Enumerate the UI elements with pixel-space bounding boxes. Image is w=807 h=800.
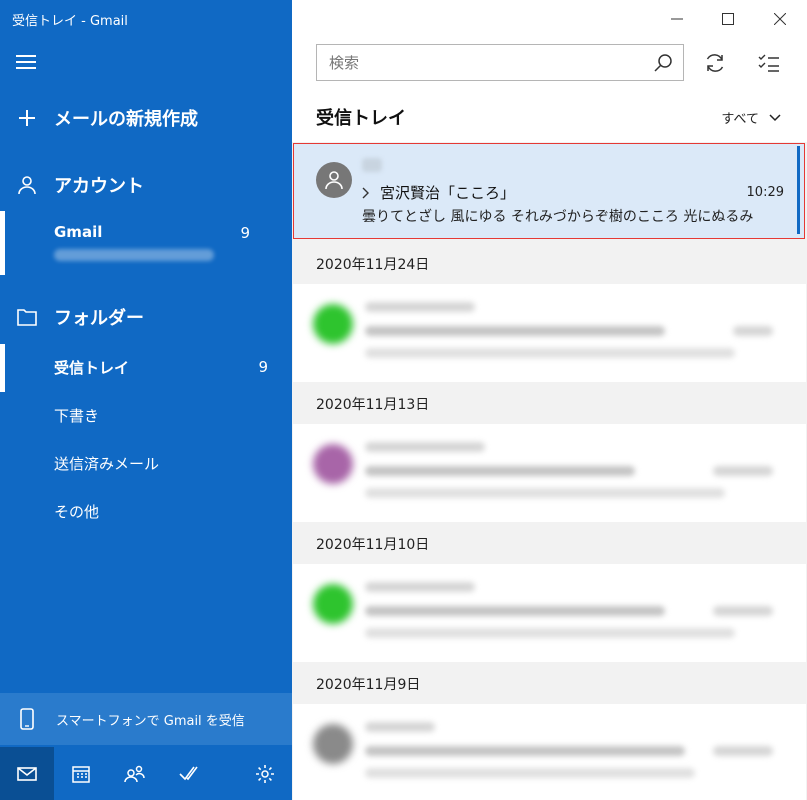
message-time: 10:29 [746, 185, 784, 200]
people-nav-button[interactable] [108, 747, 162, 800]
close-button[interactable] [757, 8, 803, 30]
search-button[interactable] [643, 45, 683, 80]
message-subject-row: 宮沢賢治「こころ」 [362, 182, 515, 203]
filter-label: すべて [721, 112, 759, 127]
calendar-icon [72, 765, 90, 783]
message-item-blurred[interactable] [293, 564, 806, 662]
selection-mode-button[interactable] [752, 46, 786, 80]
person-icon [16, 174, 38, 196]
minimize-button[interactable] [654, 8, 700, 30]
bottom-nav [0, 747, 292, 800]
filter-dropdown[interactable]: すべて [721, 108, 781, 127]
chevron-right-icon[interactable] [362, 187, 370, 199]
new-mail-button[interactable]: メールの新規作成 [0, 104, 292, 132]
selection-bar [0, 211, 5, 275]
maximize-button[interactable] [705, 8, 751, 30]
avatar [316, 162, 352, 198]
settings-button[interactable] [238, 747, 292, 800]
date-header: 2020年11月9日 [292, 662, 807, 704]
phone-promo-button[interactable]: スマートフォンで Gmail を受信 [0, 693, 292, 745]
date-label: 2020年11月9日 [316, 677, 421, 693]
date-header: 2020年11月10日 [292, 522, 807, 564]
sync-icon [706, 54, 724, 72]
accounts-label: アカウント [54, 176, 144, 197]
message-item-blurred[interactable] [293, 704, 806, 800]
folder-item-more[interactable]: その他 [54, 501, 99, 522]
phone-icon [16, 708, 38, 730]
accounts-header[interactable]: アカウント [0, 171, 292, 199]
search-input[interactable] [317, 45, 643, 80]
todo-nav-button[interactable] [162, 747, 216, 800]
double-check-icon [179, 766, 198, 780]
close-icon [774, 13, 786, 25]
maximize-icon [722, 13, 734, 25]
sync-button[interactable] [698, 46, 732, 80]
avatar [313, 444, 353, 484]
search-box [316, 44, 684, 81]
account-name: Gmail [54, 223, 103, 241]
minimize-icon [671, 18, 683, 20]
message-item-blurred[interactable] [293, 424, 806, 522]
date-label: 2020年11月13日 [316, 397, 430, 413]
selection-bar [0, 344, 5, 392]
hamburger-icon [16, 55, 36, 57]
mail-nav-button[interactable] [0, 747, 54, 800]
message-preview: 曇りてとざし 風にゆる それみづからぞ樹のこころ 光にぬるみ [362, 209, 754, 225]
folders-header[interactable]: フォルダー [0, 303, 292, 331]
avatar [313, 584, 353, 624]
date-label: 2020年11月10日 [316, 537, 430, 553]
avatar [313, 304, 353, 344]
account-unread-count: 9 [240, 224, 250, 242]
new-mail-label: メールの新規作成 [54, 109, 198, 130]
search-icon [654, 53, 672, 72]
calendar-nav-button[interactable] [54, 747, 108, 800]
sidebar: 受信トレイ - Gmail メールの新規作成 アカウント Gmail 9 フォル… [0, 0, 292, 800]
phone-promo-label: スマートフォンで Gmail を受信 [56, 713, 245, 729]
checklist-icon [758, 54, 779, 72]
folder-item-sent[interactable]: 送信済みメール [54, 453, 159, 474]
avatar [313, 724, 353, 764]
hamburger-menu-button[interactable] [16, 52, 38, 72]
folder-inbox-label: 受信トレイ [54, 359, 130, 377]
list-title: 受信トレイ [316, 108, 406, 129]
date-header: 2020年11月24日 [292, 242, 807, 284]
account-email-blurred [54, 249, 214, 261]
mail-icon [17, 766, 37, 781]
scrollbar[interactable] [797, 146, 800, 234]
person-icon [325, 171, 343, 190]
gear-icon [256, 764, 274, 783]
message-item-blurred[interactable] [293, 284, 806, 382]
plus-icon [16, 107, 38, 129]
people-icon [124, 765, 145, 782]
date-header: 2020年11月13日 [292, 382, 807, 424]
folder-item-inbox[interactable]: 受信トレイ 9 [0, 344, 292, 392]
folder-inbox-count: 9 [258, 358, 268, 376]
date-label: 2020年11月24日 [316, 257, 430, 273]
message-item-selected[interactable]: 宮沢賢治「こころ」 10:29 曇りてとざし 風にゆる それみづからぞ樹のこころ… [293, 143, 805, 239]
list-header: 受信トレイ すべて [292, 0, 807, 142]
window-title: 受信トレイ - Gmail [12, 14, 128, 29]
folder-icon [16, 306, 38, 328]
folder-item-drafts[interactable]: 下書き [54, 405, 99, 426]
sender-blurred [362, 158, 382, 172]
folders-label: フォルダー [54, 308, 144, 329]
message-list-pane: 受信トレイ すべて 宮沢賢治「こころ」 10:29 曇りてとざし 風にゆる それ… [292, 0, 807, 800]
chevron-down-icon [769, 113, 781, 121]
account-item-gmail[interactable]: Gmail 9 [0, 211, 292, 275]
message-subject: 宮沢賢治「こころ」 [380, 184, 516, 202]
